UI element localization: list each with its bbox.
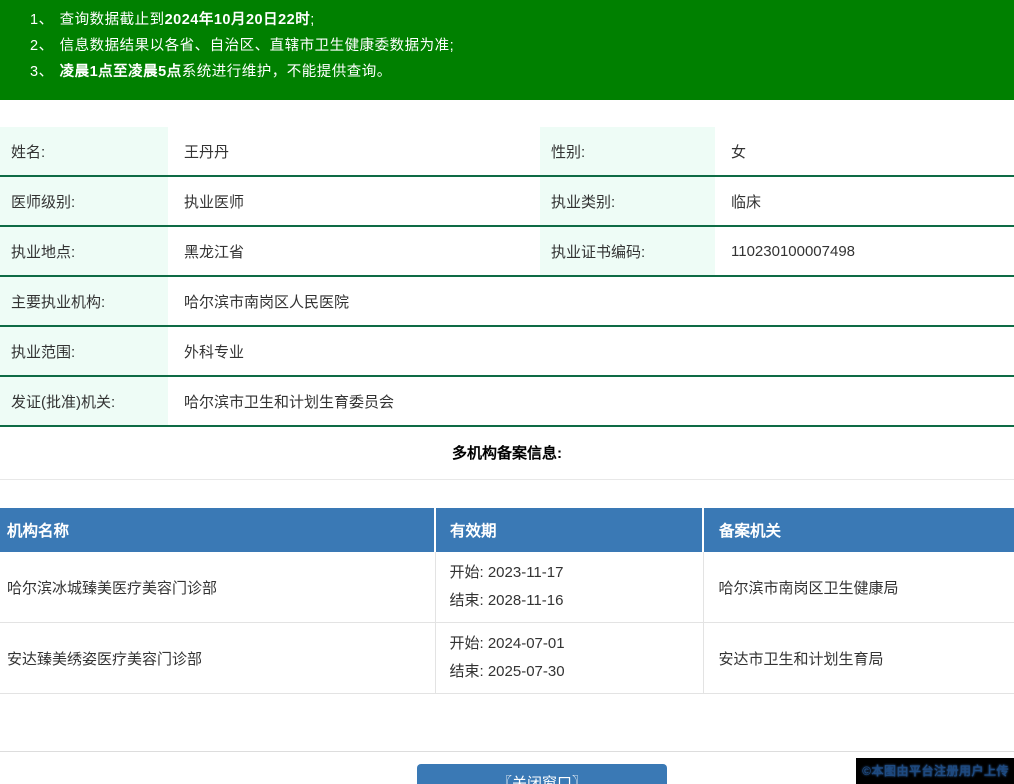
table-row: 哈尔滨冰城臻美医疗美容门诊部 开始: 2023-11-17 结束: 2028-1… [0, 552, 1014, 623]
certificate-number-label: 执业证书编码: [540, 226, 715, 277]
name-label: 姓名: [0, 127, 168, 177]
registration-authority-cell: 哈尔滨市南岗区卫生健康局 [703, 552, 1014, 623]
notice-number: 2、 [30, 38, 54, 54]
multi-org-section-title: 多机构备案信息: [452, 445, 562, 462]
notice-bold-text: 2024年10月20日22时 [164, 12, 311, 28]
notice-number: 1、 [30, 12, 54, 28]
physician-level-value: 执业医师 [168, 176, 540, 227]
registration-authority-header: 备案机关 [703, 508, 1014, 552]
table-row: 执业范围: 外科专业 [0, 326, 1014, 377]
notice-line-1: 1、 查询数据截止到2024年10月20日22时; [0, 7, 1014, 33]
org-name-cell: 哈尔滨冰城臻美医疗美容门诊部 [0, 552, 436, 623]
physician-level-label: 医师级别: [0, 176, 168, 227]
footer-divider [0, 751, 1014, 752]
registration-authority-cell: 安达市卫生和计划生育局 [703, 622, 1014, 694]
certificate-number-value: 110230100007498 [715, 226, 1014, 277]
practice-scope-label: 执业范围: [0, 326, 168, 377]
org-name-cell: 安达臻美绣姿医疗美容门诊部 [0, 622, 436, 694]
issuing-authority-label: 发证(批准)机关: [0, 376, 168, 427]
notice-line-2: 2、 信息数据结果以各省、自治区、直辖市卫生健康委数据为准; [0, 33, 1014, 59]
validity-start: 开始: 2023-11-17 [449, 564, 564, 581]
main-institution-label: 主要执业机构: [0, 276, 168, 327]
practice-category-label: 执业类别: [540, 176, 715, 227]
gender-label: 性别: [540, 127, 715, 177]
practice-location-label: 执业地点: [0, 226, 168, 277]
table-header-row: 机构名称 有效期 备案机关 [0, 508, 1014, 552]
practice-location-value: 黑龙江省 [168, 226, 540, 277]
table-row: 主要执业机构: 哈尔滨市南岗区人民医院 [0, 276, 1014, 327]
validity-cell: 开始: 2023-11-17 结束: 2028-11-16 [435, 552, 704, 623]
table-row: 安达臻美绣姿医疗美容门诊部 开始: 2024-07-01 结束: 2025-07… [0, 622, 1014, 694]
notice-text: 查询数据截止到 [59, 12, 165, 28]
notice-text: 信息数据结果以各省、自治区、直辖市卫生健康委数据为准; [59, 38, 455, 54]
practice-category-value: 临床 [715, 176, 1014, 227]
validity-start: 开始: 2024-07-01 [449, 635, 565, 652]
multi-org-table: 机构名称 有效期 备案机关 哈尔滨冰城臻美医疗美容门诊部 开始: 2023-11… [0, 508, 1014, 694]
notice-text: 系统进行维护，不能提供查询。 [181, 64, 392, 80]
main-institution-value: 哈尔滨市南岗区人民医院 [168, 276, 1014, 327]
validity-end: 结束: 2028-11-16 [449, 592, 564, 609]
notice-banner: 1、 查询数据截止到2024年10月20日22时; 2、 信息数据结果以各省、自治区… [0, 0, 1014, 100]
table-row: 发证(批准)机关: 哈尔滨市卫生和计划生育委员会 [0, 376, 1014, 427]
table-row: 医师级别: 执业医师 执业类别: 临床 [0, 176, 1014, 227]
table-row: 执业地点: 黑龙江省 执业证书编码: 110230100007498 [0, 226, 1014, 277]
validity-end: 结束: 2025-07-30 [449, 663, 565, 680]
validity-header: 有效期 [435, 508, 704, 552]
notice-bold-text: 凌晨1点至凌晨5点 [59, 64, 182, 80]
close-window-button[interactable]: 〖关闭窗口〗 [417, 764, 667, 784]
gender-value: 女 [715, 127, 1014, 177]
practice-scope-value: 外科专业 [168, 326, 1014, 377]
practitioner-info-table: 姓名: 王丹丹 性别: 女 医师级别: 执业医师 执业类别: 临床 执业地点: … [0, 127, 1014, 427]
table-row: 姓名: 王丹丹 性别: 女 [0, 127, 1014, 177]
notice-text: ; [310, 12, 315, 28]
upload-credit-tag: ©本图由平台注册用户上传 [856, 758, 1014, 784]
notice-line-3: 3、 凌晨1点至凌晨5点系统进行维护，不能提供查询。 [0, 59, 1014, 85]
notice-number: 3、 [30, 64, 54, 80]
validity-cell: 开始: 2024-07-01 结束: 2025-07-30 [435, 622, 704, 694]
name-value: 王丹丹 [168, 127, 540, 177]
org-name-header: 机构名称 [0, 508, 436, 552]
section-divider [0, 479, 1014, 480]
issuing-authority-value: 哈尔滨市卫生和计划生育委员会 [168, 376, 1014, 427]
